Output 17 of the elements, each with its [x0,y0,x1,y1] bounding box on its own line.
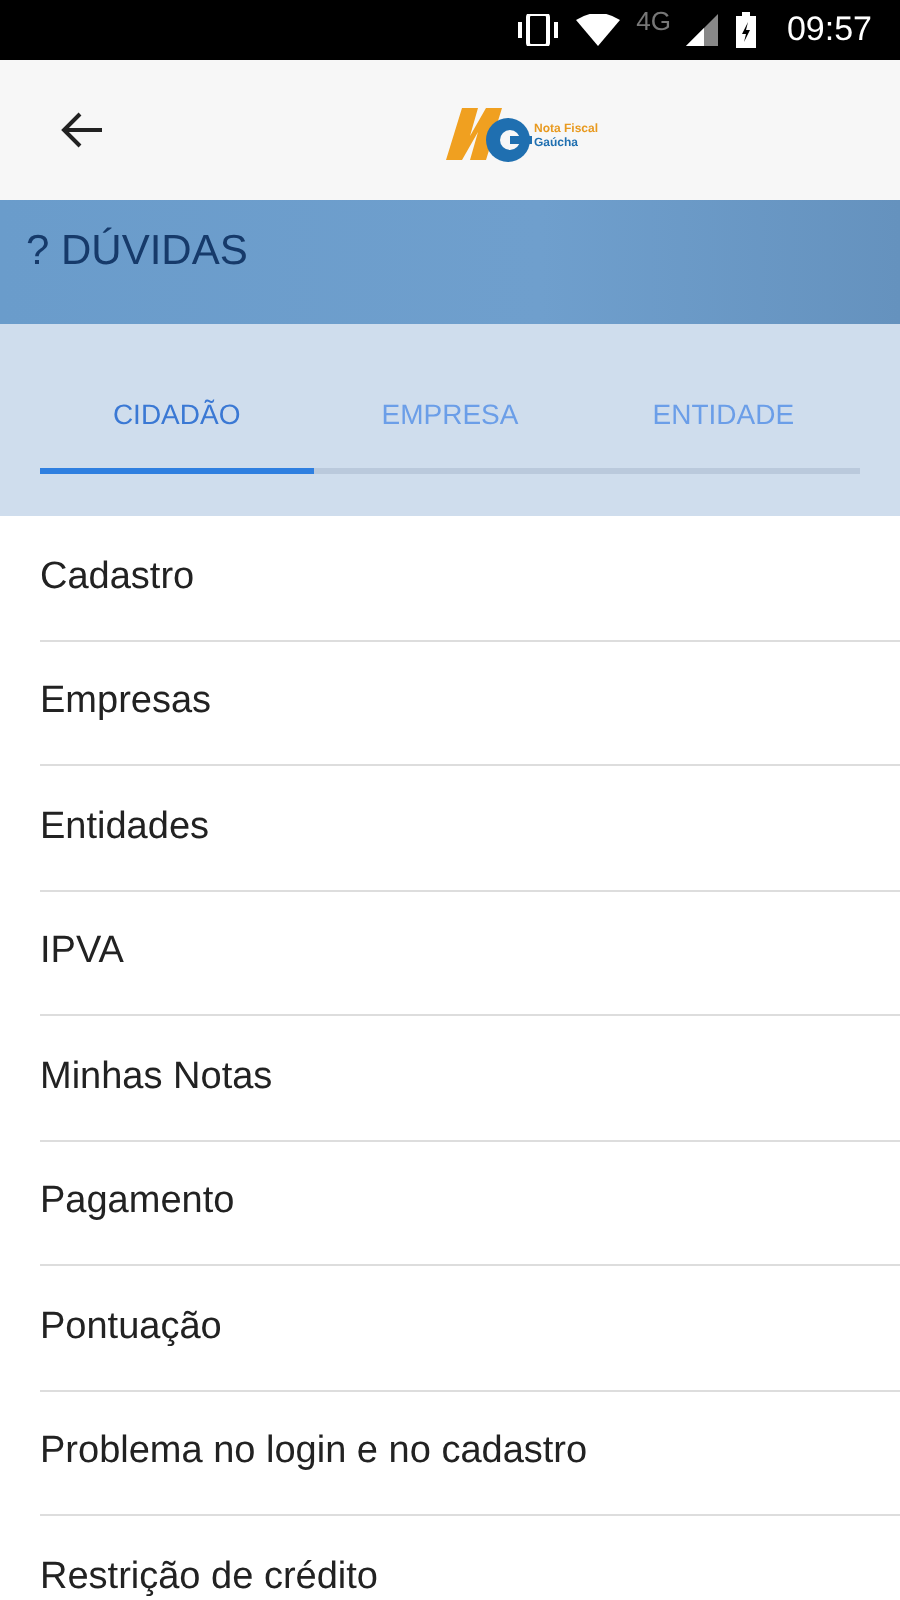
list-item[interactable]: Pagamento [40,1141,900,1266]
back-arrow-icon[interactable] [60,112,104,148]
battery-icon [734,12,759,48]
vibrate-icon [516,14,561,46]
list-item[interactable]: Pontuação [40,1266,900,1391]
list-item[interactable]: Problema no login e no cadastro [40,1391,900,1516]
signal-icon [686,14,719,46]
network-label: 4G [636,5,671,35]
list-item[interactable]: Minhas Notas [40,1016,900,1141]
wifi-icon [576,14,621,46]
list-item[interactable]: IPVA [40,891,900,1016]
page-title: ? DÚVIDAS [26,228,248,276]
list-item[interactable]: Cadastro [40,516,900,641]
list-item[interactable]: Restrição de crédito [40,1516,900,1600]
list-item[interactable]: Entidades [40,766,900,891]
clock-time: 09:57 [786,10,872,50]
list-item[interactable]: Empresas [40,641,900,766]
